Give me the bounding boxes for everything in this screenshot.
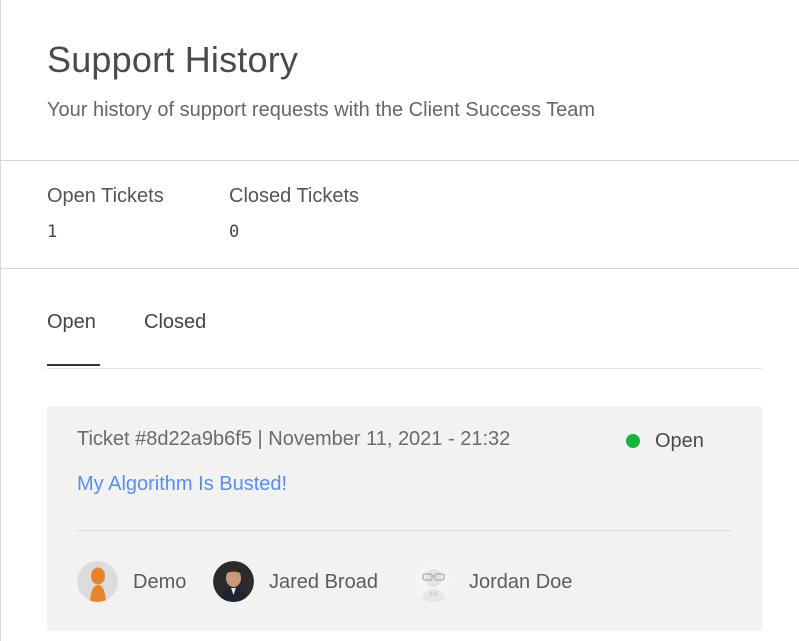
ticket-meta: Ticket #8d22a9b6f5 | November 11, 2021 -… bbox=[77, 428, 511, 450]
closed-tickets-stat: Closed Tickets 0 bbox=[229, 184, 359, 242]
header-divider bbox=[1, 160, 799, 161]
participant-jared-broad: Jared Broad bbox=[213, 561, 378, 602]
stats-divider bbox=[1, 268, 799, 269]
ticket-title-link[interactable]: My Algorithm Is Busted! bbox=[77, 471, 287, 497]
glasses-figure-avatar-icon bbox=[413, 561, 454, 602]
status-dot-icon bbox=[626, 434, 640, 448]
page-header: Support History Your history of support … bbox=[47, 38, 595, 122]
open-tickets-label: Open Tickets bbox=[47, 185, 164, 207]
participant-jordan-doe: Jordan Doe bbox=[413, 561, 572, 602]
page-subtitle: Your history of support requests with th… bbox=[47, 99, 596, 121]
ticket-card[interactable]: Ticket #8d22a9b6f5 | November 11, 2021 -… bbox=[47, 406, 762, 631]
closed-tickets-count: 0 bbox=[229, 222, 240, 242]
tab-closed[interactable]: Closed bbox=[144, 308, 206, 336]
status-badge: Open bbox=[626, 428, 704, 454]
tab-open[interactable]: Open bbox=[47, 308, 96, 336]
support-history-page: Support History Your history of support … bbox=[0, 0, 799, 641]
active-tab-indicator bbox=[47, 364, 100, 366]
status-label: Open bbox=[655, 430, 704, 452]
photo-avatar-icon bbox=[213, 561, 254, 602]
participant-name: Jared Broad bbox=[269, 570, 378, 593]
ticket-tabs: Open Closed bbox=[47, 308, 762, 369]
participant-demo: Demo bbox=[77, 561, 186, 602]
orange-figure-avatar-icon bbox=[77, 561, 118, 602]
card-divider bbox=[77, 530, 732, 531]
closed-tickets-label: Closed Tickets bbox=[229, 185, 360, 207]
page-title: Support History bbox=[47, 39, 299, 80]
open-tickets-stat: Open Tickets 1 bbox=[47, 184, 164, 242]
open-tickets-count: 1 bbox=[47, 222, 58, 242]
participant-name: Jordan Doe bbox=[469, 570, 573, 593]
participant-name: Demo bbox=[133, 570, 187, 593]
